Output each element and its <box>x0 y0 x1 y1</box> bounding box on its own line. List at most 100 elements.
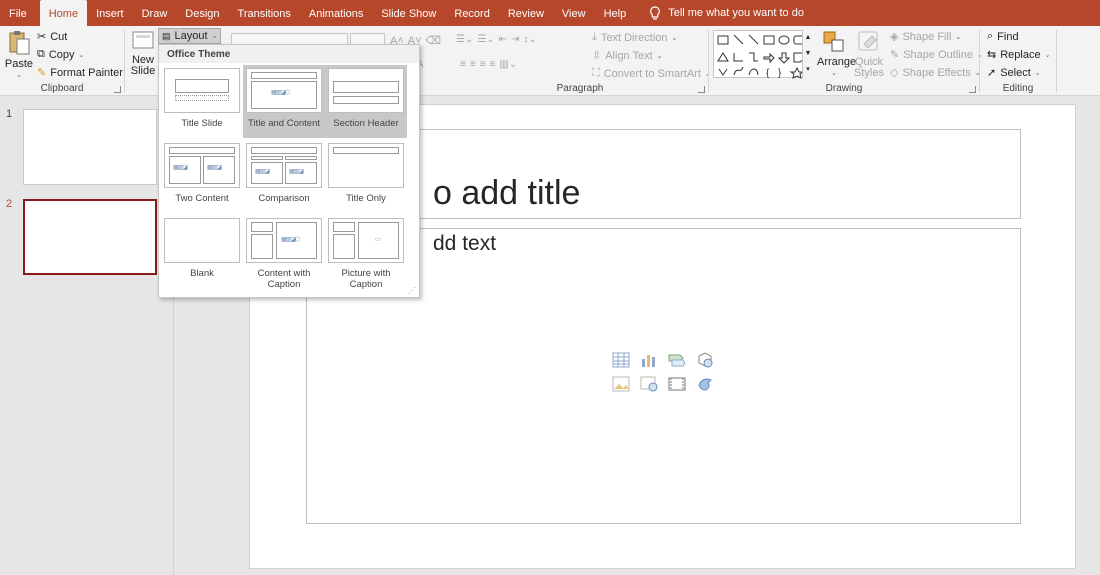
format-painter-button[interactable]: ✎ Format Painter <box>37 66 123 80</box>
content-insert-icons <box>611 351 717 393</box>
chevron-down-icon: ⌄ <box>955 33 962 41</box>
replace-button[interactable]: ⇆ Replace ⌄ <box>987 48 1050 62</box>
layout-label: Blank <box>190 268 214 279</box>
arrange-label: Arrange <box>817 56 857 68</box>
columns-icon: ▥⌄ <box>499 59 518 70</box>
layout-label: Title Only <box>346 193 386 204</box>
tab-record[interactable]: Record <box>445 0 498 26</box>
layout-content-with-caption[interactable]: ▦▥◪⬡ Content with Caption <box>243 215 325 295</box>
tab-file[interactable]: File <box>0 0 36 26</box>
tell-me-box[interactable]: Tell me what you want to do <box>649 0 804 26</box>
insert-chart-icon[interactable] <box>639 351 659 369</box>
insert-smartart-icon[interactable] <box>667 351 687 369</box>
tab-slide-show[interactable]: Slide Show <box>372 0 445 26</box>
layout-label: Layout <box>174 30 208 42</box>
copy-button[interactable]: ⧉ Copy ⌄ <box>37 48 84 61</box>
shapes-gallery[interactable]: {} <box>713 30 813 79</box>
svg-text:}: } <box>778 68 782 79</box>
insert-online-picture-icon[interactable] <box>639 375 659 393</box>
search-icon: ⌕ <box>987 30 994 42</box>
layout-label: Content with <box>257 268 311 279</box>
justify-icon: ≡ <box>489 59 496 70</box>
alignment-buttons[interactable]: ≡ ≡ ≡ ≡ ▥⌄ <box>460 59 517 70</box>
paragraph-dialog-launcher[interactable] <box>698 86 705 93</box>
paint-bucket-icon: ◈ <box>890 31 899 43</box>
layout-label: Section Header <box>333 118 399 129</box>
drawing-dialog-launcher[interactable] <box>969 86 976 93</box>
cursor-icon: ➚ <box>987 67 997 79</box>
resize-grip-icon[interactable]: ⋰ <box>408 286 416 295</box>
slide-thumbnail-2[interactable] <box>23 199 157 275</box>
layout-preview: ▦▥◪ ▦▥◪ <box>164 143 240 188</box>
shapes-gallery-scroll[interactable]: ▲ ▼ ▾ <box>802 30 813 78</box>
drawing-group: {} ▲ ▼ ▾ Arrange ⌄ Quick Styles ◈ Shape Fil… <box>709 26 983 96</box>
tab-help[interactable]: Help <box>595 0 636 26</box>
clipboard-group: Paste ⌄ ✂ Cut ⧉ Copy ⌄ ✎ Format Painter Clip… <box>0 26 124 96</box>
clear-formatting-icon: ⌫ <box>425 35 442 47</box>
cut-button[interactable]: ✂ Cut <box>37 30 68 44</box>
paste-button[interactable]: Paste ⌄ <box>4 30 34 81</box>
numbering-icon: ☰⌄ <box>477 34 495 45</box>
format-painter-label: Format Painter <box>50 66 123 79</box>
layout-section-header[interactable]: Section Header <box>325 65 407 138</box>
quick-styles-button[interactable]: Quick Styles <box>852 30 886 79</box>
layout-title-and-content[interactable]: ▦▥◪⬡ Title and Content <box>243 65 325 138</box>
insert-table-icon[interactable] <box>611 351 631 369</box>
increase-indent-icon: ⇥ <box>511 34 520 45</box>
layout-label-2: Caption <box>349 279 383 290</box>
layout-picture-with-caption[interactable]: ▭ Picture with Caption <box>325 215 407 295</box>
align-center-icon: ≡ <box>469 59 476 70</box>
layout-preview: ▦▥◪⬡ <box>246 218 322 263</box>
list-buttons[interactable]: ☰⌄ ☰⌄ ⇤ ⇥ ↕⌄ <box>456 34 537 45</box>
layout-blank[interactable]: Blank <box>161 215 243 295</box>
content-placeholder-text: dd text <box>433 232 497 255</box>
shape-outline-button[interactable]: ✎Shape Outline⌄ <box>890 48 983 62</box>
tab-design[interactable]: Design <box>176 0 228 26</box>
tab-review[interactable]: Review <box>499 0 553 26</box>
select-button[interactable]: ➚ Select ⌄ <box>987 66 1041 80</box>
slide-thumbnails-pane: 1 2 <box>0 97 174 575</box>
insert-video-icon[interactable] <box>667 375 687 393</box>
insert-3d-model-icon[interactable] <box>695 351 715 369</box>
paragraph-group: ☰⌄ ☰⌄ ⇤ ⇥ ↕⌄ ⤓ Text Direction ⌄ ⇳ Align Text ⌄ ⛶… <box>452 26 711 96</box>
insert-picture-icon[interactable] <box>611 375 631 393</box>
layout-label: Title Slide <box>181 118 223 129</box>
shape-fill-button[interactable]: ◈ Shape Fill ⌄ <box>890 30 962 44</box>
layout-button[interactable]: ▤ Layout ⌄ <box>158 28 222 44</box>
ribbon-tab-bar: File Home Insert Draw Design Transitions… <box>0 0 1100 26</box>
pen-icon: ✎ <box>890 49 900 61</box>
tab-animations[interactable]: Animations <box>300 0 372 26</box>
shape-outline-label: Shape Outline <box>903 48 973 61</box>
slide-thumbnail-1[interactable] <box>23 109 157 185</box>
layout-comparison[interactable]: ▦▥◪ ▦▥◪ Comparison <box>243 140 325 213</box>
layout-preview: ▦▥◪ ▦▥◪ <box>246 143 322 188</box>
decrease-indent-icon: ⇤ <box>498 34 508 45</box>
replace-label: Replace <box>1000 48 1041 61</box>
convert-smartart-button[interactable]: ⛶Convert to SmartArt⌄ <box>592 67 711 80</box>
paragraph-group-label: Paragraph <box>556 83 604 94</box>
find-button[interactable]: ⌕ Find <box>987 30 1019 43</box>
bullets-icon: ☰⌄ <box>456 34 474 45</box>
layout-two-content[interactable]: ▦▥◪ ▦▥◪ Two Content <box>161 140 243 213</box>
clipboard-dialog-launcher[interactable] <box>114 86 121 93</box>
text-direction-button[interactable]: ⤓ Text Direction ⌄ <box>592 31 677 44</box>
align-right-icon: ≡ <box>479 59 486 70</box>
cut-label: Cut <box>50 30 68 43</box>
layout-title-slide[interactable]: Title Slide <box>161 65 243 138</box>
new-slide-button[interactable]: New Slide <box>128 30 158 77</box>
tab-home[interactable]: Home <box>39 0 88 26</box>
tab-transitions[interactable]: Transitions <box>229 0 300 26</box>
insert-icons-icon[interactable] <box>695 375 715 393</box>
tab-view[interactable]: View <box>553 0 595 26</box>
arrange-button[interactable]: Arrange ⌄ <box>817 30 857 79</box>
layout-title-only[interactable]: Title Only <box>325 140 407 213</box>
shape-effects-button[interactable]: ◇ Shape Effects ⌄ <box>890 66 981 80</box>
tab-draw[interactable]: Draw <box>133 0 177 26</box>
text-direction-icon: ⤓ <box>592 31 597 43</box>
shape-effects-icon: ◇ <box>890 67 899 79</box>
align-text-button[interactable]: ⇳ Align Text ⌄ <box>592 49 663 63</box>
layout-preview <box>164 68 240 113</box>
tab-insert[interactable]: Insert <box>87 0 133 26</box>
lightbulb-icon <box>650 5 661 20</box>
paste-label: Paste <box>4 58 34 70</box>
